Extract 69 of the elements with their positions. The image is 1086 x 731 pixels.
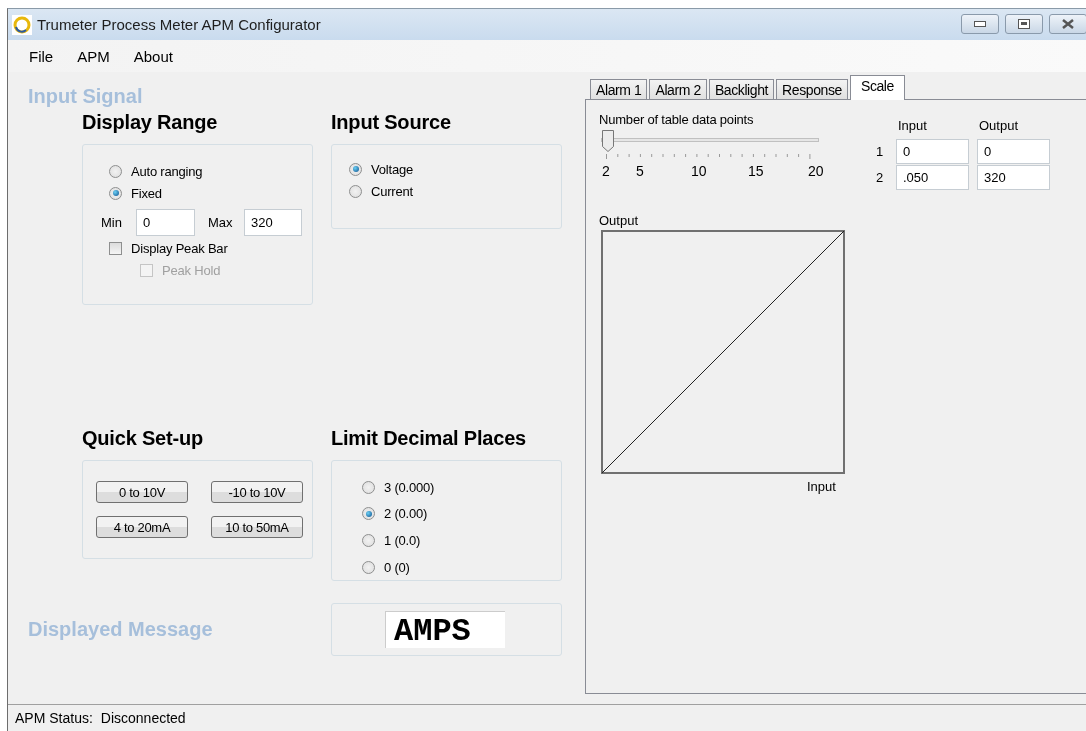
tab[interactable]: Response [776,79,848,99]
radio-label: Fixed [131,185,162,201]
axis-label: Input [807,479,836,494]
tick-label: 20 [808,163,824,179]
tick-label: 2 [602,163,610,179]
radio-button[interactable] [362,534,375,547]
minimize-icon [974,21,986,27]
radio-button[interactable] [349,184,362,198]
radio-button[interactable] [349,162,362,176]
tab[interactable]: Backlight [708,79,775,99]
group-heading: Limit Decimal Places [331,426,527,451]
status-value: Disconnected [100,710,186,726]
tab[interactable]: Alarm 2 [649,79,707,99]
window-title: Trumeter Process Meter APM Configurator [37,16,321,33]
group-heading: Input Source [331,110,452,135]
tab[interactable]: Scale [849,75,905,100]
radio-label: 0 (0) [384,559,410,575]
axis-label: Output [599,213,640,228]
preset-button[interactable]: -10 to 10V [211,481,303,503]
section-title: Input Signal [28,84,144,108]
row-number: 2 [875,169,885,185]
min-label: Min [101,214,123,230]
preset-button[interactable]: 0 to 10V [96,481,188,503]
radio-label: Voltage [371,161,413,177]
max-field[interactable]: 320 [244,208,302,236]
checkbox-label: Peak Hold [162,262,221,278]
input-field[interactable]: .050 [896,164,969,190]
group-heading: Quick Set-up [82,426,204,451]
column-header: Output [978,117,1020,133]
preset-button[interactable]: 4 to 20mA [96,516,188,538]
slider-label: Number of table data points [599,112,755,129]
radio-label: 3 (0.000) [384,479,435,495]
minimize-button[interactable] [961,14,999,34]
close-button[interactable] [1049,14,1086,34]
checkbox[interactable] [109,241,122,255]
input-field[interactable]: 0 [896,138,969,164]
maximize-icon [1018,19,1030,29]
close-icon [1061,19,1075,29]
radio-button[interactable] [362,560,375,574]
max-label: Max [208,214,234,230]
tick-label: 15 [748,163,764,179]
menu-item[interactable]: APM [70,47,122,65]
radio-label: 1 (0.0) [384,533,421,548]
output-field[interactable]: 320 [977,164,1050,190]
row-number: 1 [875,143,885,159]
column-header: Input [897,117,928,133]
min-field[interactable]: 0 [136,208,195,236]
menu-item[interactable]: File [22,47,66,65]
radio-label: 2 (0.00) [384,506,428,522]
checkbox-label: Display Peak Bar [131,240,228,256]
tick-label: 5 [636,163,644,179]
radio-button[interactable] [362,480,375,494]
radio-label: Current [371,183,413,199]
section-title: Displayed Message [28,618,214,641]
app-logo-icon [12,14,32,35]
radio-button[interactable] [109,164,122,178]
radio-label: Auto ranging [131,163,203,179]
radio-button[interactable] [362,507,375,521]
radio-button[interactable] [109,186,122,200]
status-label: APM Status: [15,710,93,726]
menu-item[interactable]: About [126,47,185,65]
message-display[interactable]: AMPS [385,611,505,648]
output-field[interactable]: 0 [977,138,1050,164]
tick-label: 10 [691,163,707,179]
maximize-button[interactable] [1005,14,1043,34]
preset-button[interactable]: 10 to 50mA [211,516,303,538]
slider-thumb[interactable] [602,130,614,152]
group-heading: Display Range [82,110,219,135]
tab[interactable]: Alarm 1 [590,79,648,99]
